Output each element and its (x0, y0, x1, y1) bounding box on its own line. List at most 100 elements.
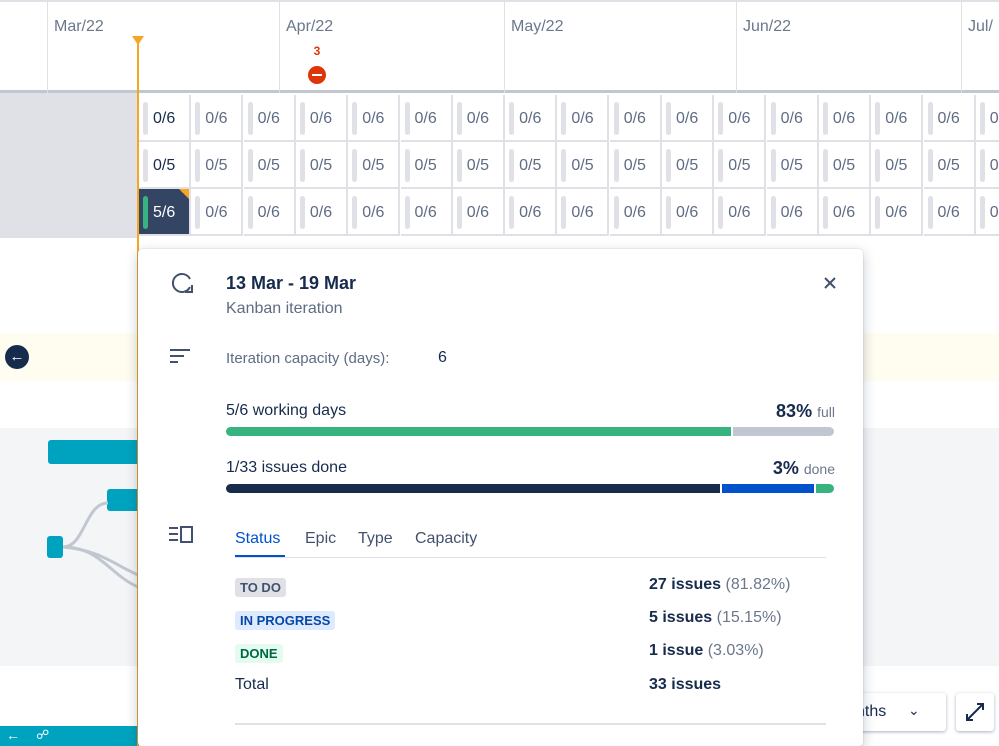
capacity-cell[interactable]: 0 (975, 142, 999, 189)
status-lozenge-in-progress: IN PROGRESS (235, 611, 336, 630)
capacity-cell-bar (299, 196, 305, 229)
capacity-cell[interactable]: 0/5 (295, 142, 348, 189)
month-label: Apr/22 (286, 18, 334, 35)
capacity-cell[interactable]: 0/6 (662, 95, 714, 142)
capacity-cell[interactable]: 0/6 (714, 189, 767, 236)
link-icon[interactable]: ☍ (36, 727, 49, 743)
capacity-cell-value: 0/6 (885, 204, 908, 221)
capacity-cell[interactable]: 0/6 (191, 189, 244, 236)
capacity-cell[interactable]: 0/6 (295, 95, 348, 142)
capacity-cell[interactable]: 0/6 (557, 189, 610, 236)
capacity-cell[interactable]: 0/6 (923, 189, 976, 236)
capacity-cell[interactable]: 0/6 (557, 95, 610, 142)
capacity-cell-bar (195, 196, 201, 229)
arrow-left-icon[interactable]: ← (6, 727, 20, 743)
working-days-progress (226, 427, 834, 436)
capacity-cell[interactable]: 5/6 (139, 189, 191, 236)
capacity-cell-value: 0/6 (780, 204, 803, 221)
capacity-cell-value: 0/6 (257, 204, 280, 221)
capacity-cell[interactable]: 0/5 (923, 142, 976, 189)
capacity-cell[interactable]: 0/5 (662, 142, 714, 189)
capacity-cell[interactable]: 0/6 (243, 189, 296, 236)
expand-icon (966, 703, 984, 721)
capacity-cell[interactable]: 0/6 (348, 95, 401, 142)
capacity-cell-value: 0/6 (571, 110, 594, 127)
capacity-cell[interactable]: 0/6 (400, 95, 453, 142)
capacity-cell-bar (613, 102, 619, 135)
arrow-left-icon[interactable]: ← (5, 345, 29, 369)
capacity-cell[interactable]: 0/6 (348, 189, 401, 236)
capacity-cell[interactable]: 0/6 (923, 95, 976, 142)
capacity-cell[interactable]: 0/6 (766, 189, 819, 236)
status-count-pct: (15.15%) (716, 609, 782, 626)
fullscreen-button[interactable] (956, 693, 994, 731)
capacity-cell-value: 0/5 (832, 157, 856, 174)
capacity-cell[interactable]: 0/5 (348, 142, 401, 189)
capacity-cell-bar (299, 149, 305, 182)
capacity-cell[interactable]: 0/6 (452, 189, 505, 236)
status-count-todo: 27 issues (81.82%) (649, 576, 790, 594)
capacity-cell[interactable]: 0/5 (557, 142, 610, 189)
capacity-cell[interactable]: 0/5 (400, 142, 453, 189)
capacity-cell-value: 0/6 (937, 110, 960, 127)
capacity-cell-bar (247, 196, 253, 229)
capacity-cell[interactable]: 0/6 (243, 95, 296, 142)
capacity-cell[interactable]: 0/6 (505, 189, 558, 236)
capacity-cell-value: 0/6 (205, 110, 228, 127)
timeline-bar[interactable] (48, 440, 143, 464)
capacity-cell[interactable]: 0/6 (609, 189, 662, 236)
capacity-cell[interactable]: 0/5 (139, 142, 191, 189)
capacity-cell[interactable]: 0/6 (871, 189, 924, 236)
capacity-cell-bar (718, 149, 724, 182)
capacity-cell[interactable]: 0/6 (505, 95, 558, 142)
capacity-cell[interactable]: 0/6 (714, 95, 767, 142)
capacity-cell-bar (613, 149, 619, 182)
capacity-cell[interactable]: 0/5 (243, 142, 296, 189)
capacity-cell[interactable]: 0/5 (505, 142, 558, 189)
release-warning-icon[interactable] (308, 66, 326, 84)
capacity-cell[interactable]: 0/5 (191, 142, 244, 189)
capacity-cell[interactable]: 0/5 (818, 142, 871, 189)
capacity-cell[interactable]: 0 (975, 95, 999, 142)
capacity-cell[interactable]: 0/6 (139, 95, 191, 142)
capacity-cell[interactable]: 0/5 (609, 142, 662, 189)
working-days-label: 5/6 working days (226, 402, 347, 419)
tab-epic[interactable]: Epic (305, 530, 336, 548)
capacity-cell[interactable]: 0/6 (452, 95, 505, 142)
capacity-cell[interactable]: 0/5 (714, 142, 767, 189)
capacity-cell-bar (456, 196, 462, 229)
iteration-icon (171, 273, 193, 293)
tab-capacity[interactable]: Capacity (415, 530, 477, 548)
capacity-cell[interactable]: 0/5 (452, 142, 505, 189)
issues-done-percent: 3% done (773, 458, 835, 479)
capacity-cell-value: 0/6 (309, 204, 333, 221)
capacity-cell[interactable]: 0/6 (295, 189, 348, 236)
capacity-cell-bar (509, 102, 515, 135)
capacity-cell-value: 0/5 (519, 157, 542, 174)
capacity-value: 6 (438, 349, 447, 366)
capacity-cell-value: 0 (989, 204, 999, 221)
status-count-value: 27 issues (649, 576, 722, 593)
capacity-cell[interactable]: 0/5 (766, 142, 819, 189)
working-days-suffix: full (817, 404, 835, 420)
capacity-cell[interactable]: 0/6 (609, 95, 662, 142)
capacity-cell-bar (456, 149, 462, 182)
capacity-cell[interactable]: 0/6 (400, 189, 453, 236)
capacity-cell-bar (770, 149, 776, 182)
capacity-cell[interactable]: 0/6 (818, 95, 871, 142)
capacity-cell[interactable]: 0 (975, 189, 999, 236)
capacity-cell[interactable]: 0/6 (766, 95, 819, 142)
capacity-cell-value: 0/5 (309, 157, 333, 174)
tab-status[interactable]: Status (235, 530, 280, 548)
close-button[interactable] (818, 271, 842, 295)
capacity-cell[interactable]: 0/6 (871, 95, 924, 142)
capacity-cell[interactable]: 0/6 (191, 95, 244, 142)
capacity-cell-value: 0/6 (362, 110, 385, 127)
capacity-cell[interactable]: 0/6 (662, 189, 714, 236)
iteration-type: Kanban iteration (226, 300, 343, 317)
capacity-cell[interactable]: 0/6 (818, 189, 871, 236)
capacity-cell-value: 0/5 (885, 157, 908, 174)
tab-type[interactable]: Type (358, 530, 393, 548)
capacity-cell[interactable]: 0/5 (871, 142, 924, 189)
issues-done-suffix: done (803, 461, 835, 477)
